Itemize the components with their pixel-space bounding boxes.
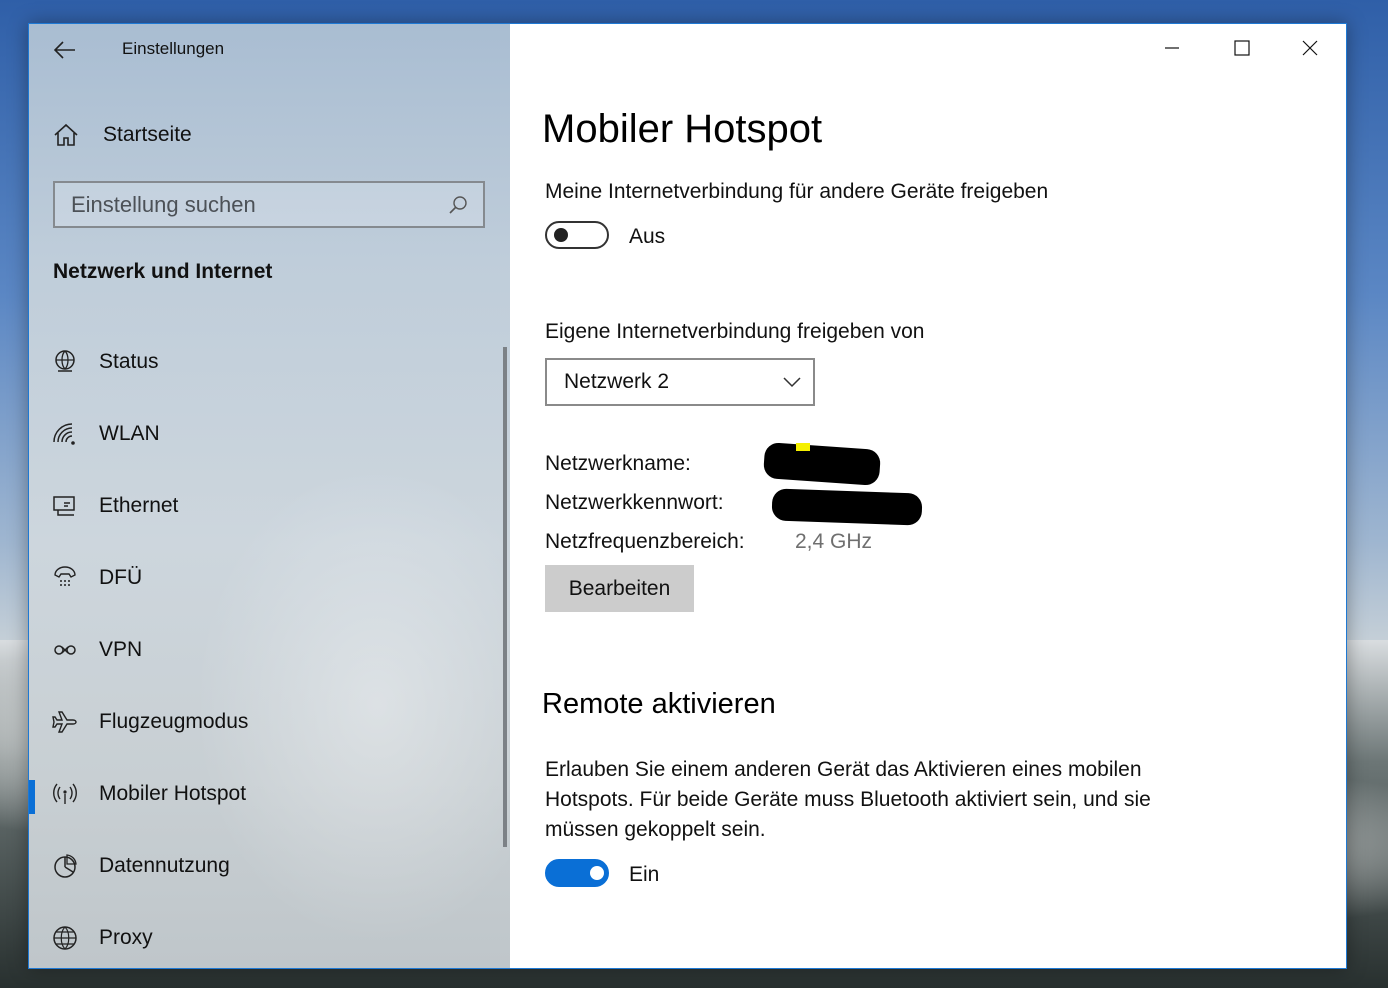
sidebar-item-datennutzung[interactable]: Datennutzung	[29, 836, 499, 896]
sidebar-item-label: Status	[99, 350, 159, 373]
remote-title: Remote aktivieren	[542, 688, 776, 720]
sidebar-item-wlan[interactable]: WLAN	[29, 404, 499, 464]
redaction-artifact	[796, 443, 810, 451]
sidebar-item-label: Flugzeugmodus	[99, 710, 249, 733]
redacted-network-password	[771, 488, 923, 526]
sidebar-item-label: Mobiler Hotspot	[99, 782, 247, 805]
settings-window: Einstellungen Startseite Netzwerk und In…	[28, 23, 1347, 969]
vpn-icon	[51, 640, 79, 660]
search-box	[53, 181, 485, 228]
home-icon	[54, 123, 78, 146]
search-input[interactable]	[55, 182, 443, 227]
sidebar-item-flugzeugmodus[interactable]: Flugzeugmodus	[29, 692, 499, 752]
toggle-knob	[554, 228, 568, 242]
sidebar-item-proxy[interactable]: Proxy	[29, 908, 499, 968]
sidebar-item-vpn[interactable]: VPN	[29, 620, 499, 680]
globe-status-icon	[51, 349, 79, 375]
sidebar-scrollbar[interactable]	[503, 347, 507, 847]
share-connection-toggle[interactable]	[545, 221, 609, 249]
remote-activate-toggle[interactable]	[545, 859, 609, 887]
sidebar-item-ethernet[interactable]: Ethernet	[29, 476, 499, 536]
maximize-icon	[1234, 40, 1250, 56]
sidebar-item-label: VPN	[99, 638, 143, 661]
sidebar-item-label: Datennutzung	[99, 854, 230, 877]
sidebar-home[interactable]: Startseite	[53, 118, 192, 152]
close-icon	[1302, 40, 1318, 56]
sidebar-item-label: DFÜ	[99, 566, 143, 589]
app-title: Einstellungen	[122, 39, 225, 58]
airplane-icon	[51, 709, 79, 735]
remote-toggle-state-label: Ein	[629, 863, 660, 886]
sidebar: Einstellungen Startseite Netzwerk und In…	[29, 24, 510, 968]
back-arrow-icon	[54, 41, 75, 59]
network-password-label: Netzwerkkennwort:	[545, 491, 724, 514]
minimize-icon	[1165, 47, 1179, 49]
pie-chart-icon	[51, 853, 79, 879]
share-from-label: Eigene Internetverbindung freigeben von	[545, 320, 925, 343]
close-button[interactable]	[1276, 24, 1344, 72]
globe-icon	[51, 925, 79, 951]
search-icon[interactable]	[443, 195, 473, 215]
main-content: Mobiler Hotspot Meine Internetverbindung…	[510, 24, 1346, 968]
wifi-icon	[51, 422, 79, 446]
minimize-button[interactable]	[1138, 24, 1206, 72]
sidebar-item-dfu[interactable]: DFÜ	[29, 548, 499, 608]
share-from-value: Netzwerk 2	[564, 370, 670, 393]
toggle-knob	[590, 866, 604, 880]
sidebar-item-label: Ethernet	[99, 494, 179, 517]
redacted-network-name	[762, 441, 882, 487]
band-label: Netzfrequenzbereich:	[545, 530, 745, 553]
sidebar-item-status[interactable]: Status	[29, 332, 499, 392]
network-name-label: Netzwerkname:	[545, 452, 691, 475]
back-button[interactable]	[45, 34, 85, 66]
edit-button[interactable]: Bearbeiten	[545, 565, 694, 612]
sidebar-home-label: Startseite	[103, 123, 192, 146]
maximize-button[interactable]	[1208, 24, 1276, 72]
share-connection-label: Meine Internetverbindung für andere Gerä…	[545, 180, 1049, 203]
chevron-down-icon	[783, 377, 801, 388]
dialup-icon	[51, 566, 79, 590]
share-toggle-state-label: Aus	[629, 225, 666, 248]
page-title: Mobiler Hotspot	[542, 107, 823, 151]
section-title: Netzwerk und Internet	[53, 260, 273, 283]
band-value: 2,4 GHz	[795, 530, 873, 553]
hotspot-icon	[51, 782, 79, 806]
sidebar-item-mobiler-hotspot[interactable]: Mobiler Hotspot	[29, 764, 499, 824]
remote-description: Erlauben Sie einem anderen Gerät das Akt…	[545, 758, 1151, 841]
sidebar-item-label: Proxy	[99, 926, 153, 949]
share-from-dropdown[interactable]: Netzwerk 2	[545, 358, 815, 406]
sidebar-item-label: WLAN	[99, 422, 160, 445]
ethernet-icon	[51, 494, 79, 518]
